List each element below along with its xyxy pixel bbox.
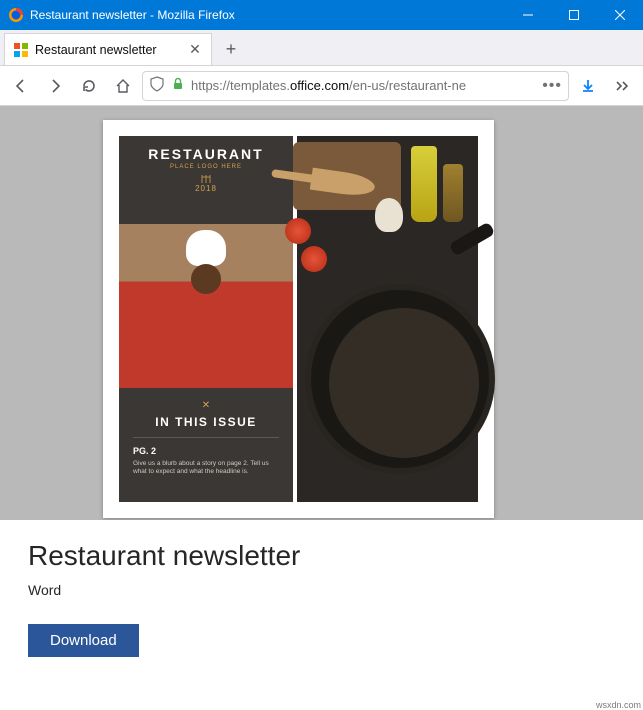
badge-subtitle: PLACE LOGO HERE [119, 164, 293, 170]
home-button[interactable] [108, 71, 138, 101]
preview-chef-image [119, 224, 293, 388]
preview-food-image [297, 136, 478, 502]
firefox-icon [8, 7, 24, 23]
new-tab-button[interactable]: + [214, 33, 248, 65]
preview-left-column: RESTAURANT PLACE LOGO HERE 2018 ✕ IN THI… [119, 136, 293, 502]
nav-toolbar: https://templates.office.com/en-us/resta… [0, 66, 643, 106]
watermark: wsxdn.com [596, 700, 641, 710]
content-viewport: RESTAURANT PLACE LOGO HERE 2018 ✕ IN THI… [0, 106, 643, 698]
issue-page: PG. 2 [133, 446, 279, 456]
window-titlebar: Restaurant newsletter - Mozilla Firefox [0, 0, 643, 30]
downloads-button[interactable] [573, 71, 603, 101]
issue-blurb: Give us a blurb about a story on page 2.… [133, 460, 279, 477]
divider [133, 437, 279, 438]
utensils-icon [199, 172, 213, 182]
template-app: Word [28, 582, 615, 598]
address-bar[interactable]: https://templates.office.com/en-us/resta… [142, 71, 569, 101]
url-text: https://templates.office.com/en-us/resta… [191, 78, 536, 93]
badge-title: RESTAURANT [119, 146, 293, 162]
back-button[interactable] [6, 71, 36, 101]
forward-button[interactable] [40, 71, 70, 101]
maximize-button[interactable] [551, 0, 597, 30]
minimize-button[interactable] [505, 0, 551, 30]
template-title: Restaurant newsletter [28, 540, 615, 572]
shield-icon[interactable] [149, 76, 165, 95]
tab-active[interactable]: Restaurant newsletter ✕ [4, 33, 212, 65]
close-button[interactable] [597, 0, 643, 30]
download-button[interactable]: Download [28, 624, 139, 657]
issue-heading: IN THIS ISSUE [133, 415, 279, 429]
page-actions-icon[interactable]: ••• [542, 77, 562, 95]
tab-strip: Restaurant newsletter ✕ + [0, 30, 643, 66]
template-details-panel: Restaurant newsletter Word Download [0, 520, 643, 698]
badge-year: 2018 [119, 184, 293, 193]
lock-icon[interactable] [171, 77, 185, 94]
utensils-cross-icon: ✕ [133, 400, 279, 411]
reload-button[interactable] [74, 71, 104, 101]
ms-favicon-icon [13, 42, 29, 58]
template-preview[interactable]: RESTAURANT PLACE LOGO HERE 2018 ✕ IN THI… [103, 120, 494, 518]
window-title: Restaurant newsletter - Mozilla Firefox [30, 8, 505, 22]
overflow-button[interactable] [607, 71, 637, 101]
preview-issue-box: ✕ IN THIS ISSUE PG. 2 Give us a blurb ab… [119, 388, 293, 502]
tab-close-icon[interactable]: ✕ [187, 42, 203, 58]
tab-title: Restaurant newsletter [35, 43, 187, 57]
preview-logo-badge: RESTAURANT PLACE LOGO HERE 2018 [119, 136, 293, 224]
